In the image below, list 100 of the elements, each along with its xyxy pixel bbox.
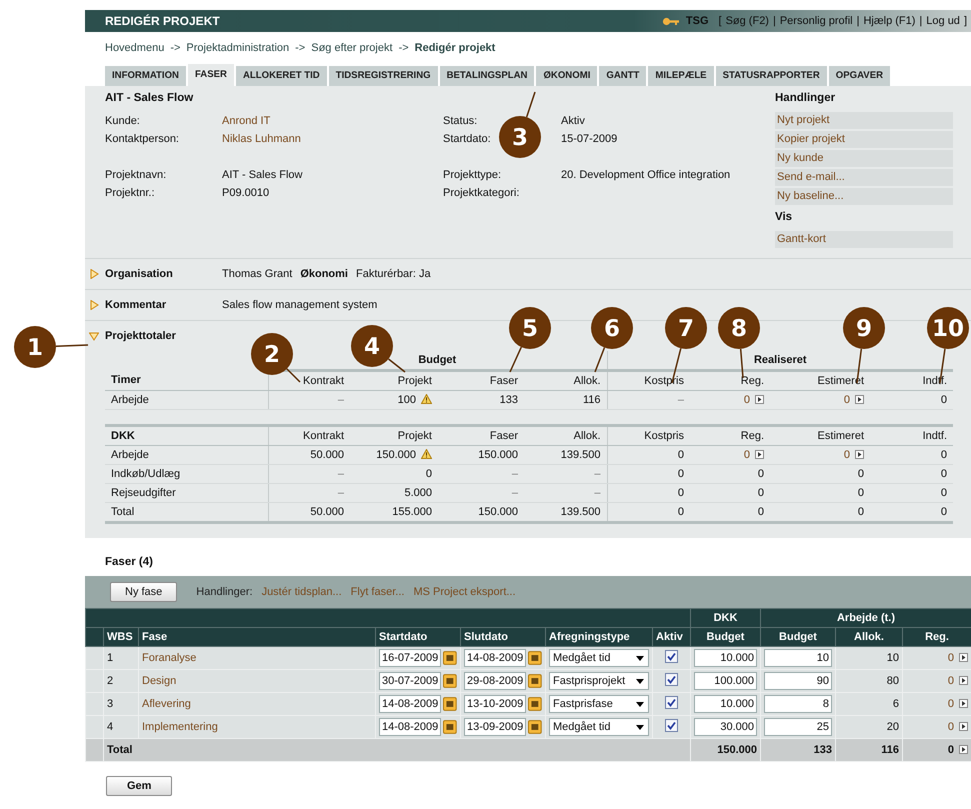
drill-down-icon[interactable] — [959, 745, 968, 754]
column-header: Budget — [760, 628, 836, 646]
table-cell: 0 — [770, 502, 870, 522]
budget-field[interactable]: 10.000 — [694, 695, 757, 713]
budget-field[interactable]: 100.000 — [694, 672, 757, 690]
tab[interactable]: INFORMATION — [105, 66, 186, 86]
tab[interactable]: ALLOKERET TID — [236, 66, 327, 86]
row-label: Rejseudgifter — [105, 484, 268, 502]
table-cell: 0 — [770, 484, 870, 502]
date-field[interactable]: 29-08-2009 — [464, 672, 526, 690]
phase-link[interactable]: Foranalyse — [138, 646, 376, 670]
field-value[interactable]: Niklas Luhmann — [222, 133, 301, 145]
action-link[interactable]: Kopier projekt — [775, 131, 953, 148]
table-cell: 10 — [836, 646, 902, 670]
phases-title: Faser (4) — [104, 555, 154, 570]
header-link[interactable]: Hjælp (F1) — [863, 15, 916, 27]
tab[interactable]: TIDSREGISTRERING — [328, 66, 438, 86]
tab[interactable]: STATUSRAPPORTER — [716, 66, 827, 86]
action-link[interactable]: Nyt projekt — [775, 112, 953, 129]
table-cell: 139.500 — [524, 502, 608, 522]
hours-budget-field[interactable]: 10 — [764, 649, 832, 667]
breadcrumb-link[interactable]: Søg efter projekt — [311, 42, 393, 64]
calendar-icon[interactable] — [443, 651, 457, 665]
billing-type-dropdown[interactable]: Medgået tid — [549, 649, 649, 667]
hours-budget-field[interactable]: 90 — [764, 672, 832, 690]
table-cell: – — [438, 464, 524, 484]
date-field[interactable]: 16-07-2009 — [379, 649, 442, 667]
hours-budget-field[interactable]: 8 — [764, 695, 832, 713]
budget-field[interactable]: 30.000 — [694, 718, 757, 736]
calendar-icon[interactable] — [528, 651, 542, 665]
section-title[interactable]: Kommentar — [105, 299, 222, 311]
header-link[interactable]: Log ud — [926, 15, 960, 27]
table-cell: 20 — [836, 716, 902, 738]
drill-down-icon[interactable] — [959, 676, 968, 685]
expand-toggle-icon[interactable] — [89, 300, 99, 310]
save-button[interactable]: Gem — [106, 776, 172, 796]
date-field[interactable]: 14-08-2009 — [379, 695, 442, 713]
table-cell: 0 — [607, 502, 690, 522]
table-cell: 0 — [690, 502, 770, 522]
tab[interactable]: FASER — [188, 64, 234, 86]
billing-type-dropdown[interactable]: Fastprisfase — [549, 695, 649, 713]
column-header: Afregningstype — [546, 628, 652, 646]
breadcrumb-separator: -> — [295, 42, 306, 56]
calendar-icon[interactable] — [528, 697, 542, 711]
new-phase-button[interactable]: Ny fase — [110, 582, 178, 602]
header-link[interactable]: Søg (F2) — [726, 15, 769, 27]
date-field[interactable]: 30-07-2009 — [379, 672, 442, 690]
table-cell: 150.000 — [438, 446, 524, 464]
breadcrumb-link[interactable]: Projektadministration — [186, 42, 290, 64]
billing-type-dropdown[interactable]: Fastprisprojekt — [549, 672, 649, 690]
drill-down-icon[interactable] — [755, 395, 764, 404]
drill-down-icon[interactable] — [959, 699, 968, 708]
action-link[interactable]: Ny baseline... — [775, 188, 953, 205]
drill-down-icon[interactable] — [855, 395, 864, 404]
tab[interactable]: ØKONOMI — [536, 66, 598, 86]
phase-link[interactable]: Design — [138, 670, 376, 692]
active-checkbox[interactable] — [665, 650, 678, 663]
drill-down-icon[interactable] — [855, 450, 864, 459]
expand-toggle-icon[interactable] — [89, 331, 99, 341]
expand-toggle-icon[interactable] — [89, 269, 99, 279]
active-checkbox[interactable] — [665, 673, 678, 686]
date-field[interactable]: 14-08-2009 — [464, 649, 526, 667]
calendar-icon[interactable] — [443, 720, 457, 734]
date-field[interactable]: 13-10-2009 — [464, 695, 526, 713]
column-header: Faser — [438, 370, 524, 390]
active-checkbox[interactable] — [665, 696, 678, 709]
section-title[interactable]: Projekttotaler — [105, 330, 222, 342]
drill-down-icon[interactable] — [959, 653, 968, 662]
calendar-icon[interactable] — [443, 697, 457, 711]
field-label: Projektkategori: — [443, 187, 520, 199]
section-title[interactable]: Organisation — [105, 268, 222, 280]
tab[interactable]: MILEPÆLE — [648, 66, 714, 86]
column-header: Reg. — [902, 628, 971, 646]
calendar-icon[interactable] — [443, 674, 457, 688]
phase-link[interactable]: Aflevering — [138, 692, 376, 716]
hours-budget-field[interactable]: 25 — [764, 718, 832, 736]
table-cell: – — [524, 484, 608, 502]
date-field[interactable]: 13-09-2009 — [464, 718, 526, 736]
action-link[interactable]: Send e-mail... — [775, 169, 953, 186]
field-value: Aktiv — [561, 115, 585, 127]
table-cell: 0 — [607, 446, 690, 464]
tab[interactable]: BETALINGSPLAN — [440, 66, 534, 86]
field-value[interactable]: Anrond IT — [222, 115, 270, 127]
drill-down-icon[interactable] — [959, 722, 968, 731]
budget-field[interactable]: 10.000 — [694, 649, 757, 667]
action-link[interactable]: Gantt-kort — [775, 231, 953, 248]
active-checkbox[interactable] — [665, 719, 678, 732]
billing-type-dropdown[interactable]: Medgået tid — [549, 718, 649, 736]
table-cell: 0 — [770, 446, 870, 464]
date-field[interactable]: 14-08-2009 — [379, 718, 442, 736]
column-header: Slutdato — [460, 628, 546, 646]
header-link[interactable]: Personlig profil — [780, 15, 853, 27]
drill-down-icon[interactable] — [755, 450, 764, 459]
breadcrumb-link[interactable]: Hovedmenu — [105, 42, 164, 64]
calendar-icon[interactable] — [528, 674, 542, 688]
calendar-icon[interactable] — [528, 720, 542, 734]
tab[interactable]: GANTT — [599, 66, 646, 86]
action-link[interactable]: Ny kunde — [775, 150, 953, 167]
tab[interactable]: OPGAVER — [828, 66, 890, 86]
phase-link[interactable]: Implementering — [138, 716, 376, 738]
